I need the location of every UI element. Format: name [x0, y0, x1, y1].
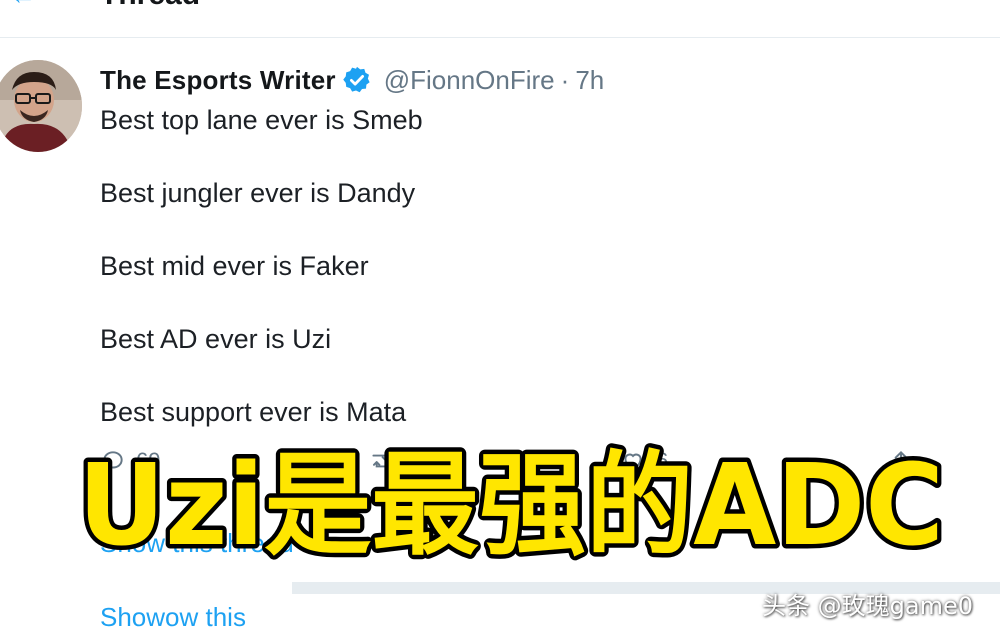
tweet-line: Best AD ever is Uzi	[100, 324, 332, 354]
overlay-caption-text: Uzi是最强的ADC	[78, 441, 944, 571]
tweet-time[interactable]: 7h	[575, 65, 604, 96]
author-name[interactable]: The Esports Writer	[100, 65, 336, 96]
tweet-line: Best mid ever is Faker	[100, 251, 369, 281]
verified-badge-icon	[342, 66, 370, 93]
overlay-caption: Uzi是最强的ADC	[74, 437, 949, 576]
page-title: Thread	[100, 0, 200, 10]
thread-header: ← Thread	[0, 0, 1000, 38]
watermark: 头条 @玫瑰game0	[762, 592, 973, 620]
avatar[interactable]	[0, 60, 82, 152]
separator-dot: ·	[560, 64, 570, 95]
back-arrow-icon[interactable]: ←	[10, 0, 36, 8]
show-more-link[interactable]: Showow this	[100, 602, 246, 633]
author-handle[interactable]: @FionnOnFire	[384, 65, 555, 96]
tweet-header: The Esports Writer @FionnOnFire · 7h	[100, 62, 604, 98]
avatar-image	[0, 60, 82, 152]
tweet-line: Best support ever is Mata	[100, 397, 407, 427]
tweet-line: Best jungler ever is Dandy	[100, 178, 416, 208]
tweet-line: Best top lane ever is Smeb	[100, 105, 423, 135]
